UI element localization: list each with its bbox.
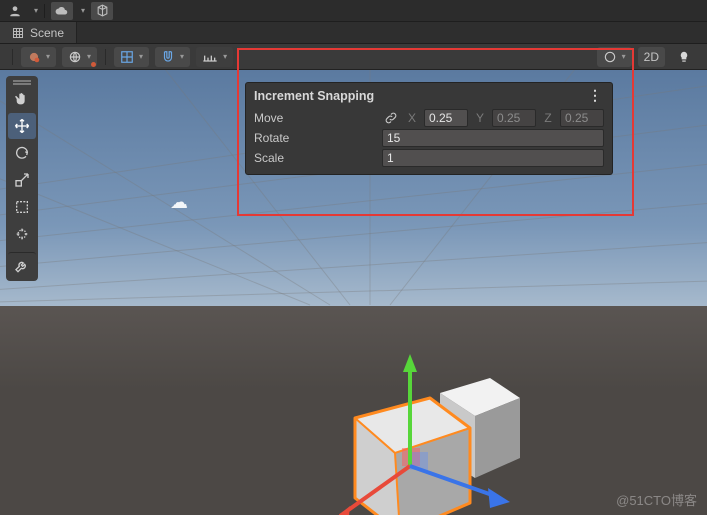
drag-grip[interactable] bbox=[8, 78, 36, 84]
shaded-icon bbox=[27, 50, 41, 64]
scene-objects bbox=[320, 348, 540, 515]
chevron-down-icon: ▾ bbox=[223, 52, 227, 61]
rect-icon bbox=[14, 199, 30, 215]
move-tool[interactable] bbox=[8, 113, 36, 139]
separator bbox=[44, 4, 45, 18]
chevron-down-icon: ▾ bbox=[87, 52, 91, 61]
rotate-icon bbox=[14, 145, 30, 161]
tab-scene-label: Scene bbox=[30, 26, 64, 40]
account-icon[interactable] bbox=[4, 2, 26, 20]
tab-row: Scene bbox=[0, 22, 707, 44]
increment-snapping-popover: Increment Snapping ⋮ Move X 0.25 Y 0.25 … bbox=[245, 82, 613, 175]
axis-x-label: X bbox=[406, 111, 418, 125]
toggle-2d-button[interactable]: 2D bbox=[638, 47, 665, 67]
rotate-tool[interactable] bbox=[8, 140, 36, 166]
scene-toolbar: ▾ ▾ ▾ ▾ ▾ ▾ 2D bbox=[0, 44, 707, 70]
scene-grid-icon bbox=[12, 27, 24, 39]
hand-tool[interactable] bbox=[8, 86, 36, 112]
draw-mode-button[interactable]: ▾ bbox=[597, 47, 632, 67]
transform-tool[interactable] bbox=[8, 221, 36, 247]
chevron-down-icon: ▾ bbox=[139, 52, 143, 61]
circle-icon bbox=[603, 50, 617, 64]
scale-label: Scale bbox=[254, 151, 376, 165]
chevron-down-icon: ▾ bbox=[180, 52, 184, 61]
account-chevron-icon[interactable]: ▾ bbox=[34, 6, 38, 15]
watermark: @51CTO博客 bbox=[616, 490, 697, 509]
scale-field[interactable]: 1 bbox=[382, 149, 604, 167]
popover-title: Increment Snapping bbox=[254, 89, 374, 103]
grid-icon bbox=[120, 50, 134, 64]
snap-settings-button[interactable]: ▾ bbox=[155, 47, 190, 67]
gizmo-globe-button[interactable]: ▾ bbox=[62, 47, 97, 67]
move-z-field[interactable]: 0.25 bbox=[560, 109, 604, 127]
globe-icon bbox=[68, 50, 82, 64]
rect-tool[interactable] bbox=[8, 194, 36, 220]
package-icon[interactable] bbox=[91, 2, 113, 20]
increment-snap-button[interactable]: ▾ bbox=[196, 47, 233, 67]
cloud-icon[interactable] bbox=[51, 2, 73, 20]
chevron-down-icon: ▾ bbox=[46, 52, 50, 61]
tool-column bbox=[6, 76, 38, 281]
transform-icon bbox=[14, 226, 30, 242]
lighting-toggle[interactable] bbox=[671, 47, 697, 67]
scale-icon bbox=[14, 172, 30, 188]
axis-y-label: Y bbox=[474, 111, 486, 125]
scale-tool[interactable] bbox=[8, 167, 36, 193]
move-icon bbox=[14, 118, 30, 134]
tab-scene[interactable]: Scene bbox=[0, 22, 77, 43]
link-axes-icon[interactable] bbox=[382, 111, 400, 125]
grid-visibility-button[interactable]: ▾ bbox=[114, 47, 149, 67]
axis-z-label: Z bbox=[542, 111, 554, 125]
lightbulb-icon bbox=[677, 50, 691, 64]
separator bbox=[105, 49, 106, 65]
rotate-field[interactable]: 15 bbox=[382, 129, 604, 147]
cloud-chevron-icon[interactable]: ▾ bbox=[81, 6, 85, 15]
move-label: Move bbox=[254, 111, 376, 125]
custom-tools[interactable] bbox=[8, 252, 36, 278]
shaded-mode-button[interactable]: ▾ bbox=[21, 47, 56, 67]
app-bar: ▾ ▾ bbox=[0, 0, 707, 22]
cloud-sprite: ☁ bbox=[170, 192, 188, 213]
wrench-icon bbox=[14, 259, 30, 275]
separator bbox=[12, 49, 13, 65]
rotate-label: Rotate bbox=[254, 131, 376, 145]
chevron-down-icon: ▾ bbox=[622, 52, 626, 61]
label-2d: 2D bbox=[644, 50, 659, 64]
move-y-field[interactable]: 0.25 bbox=[492, 109, 536, 127]
ruler-icon bbox=[202, 51, 218, 63]
move-x-field[interactable]: 0.25 bbox=[424, 109, 468, 127]
kebab-menu-icon[interactable]: ⋮ bbox=[586, 87, 604, 104]
magnet-icon bbox=[161, 50, 175, 64]
hand-icon bbox=[14, 91, 30, 107]
dot-indicator bbox=[91, 62, 96, 67]
